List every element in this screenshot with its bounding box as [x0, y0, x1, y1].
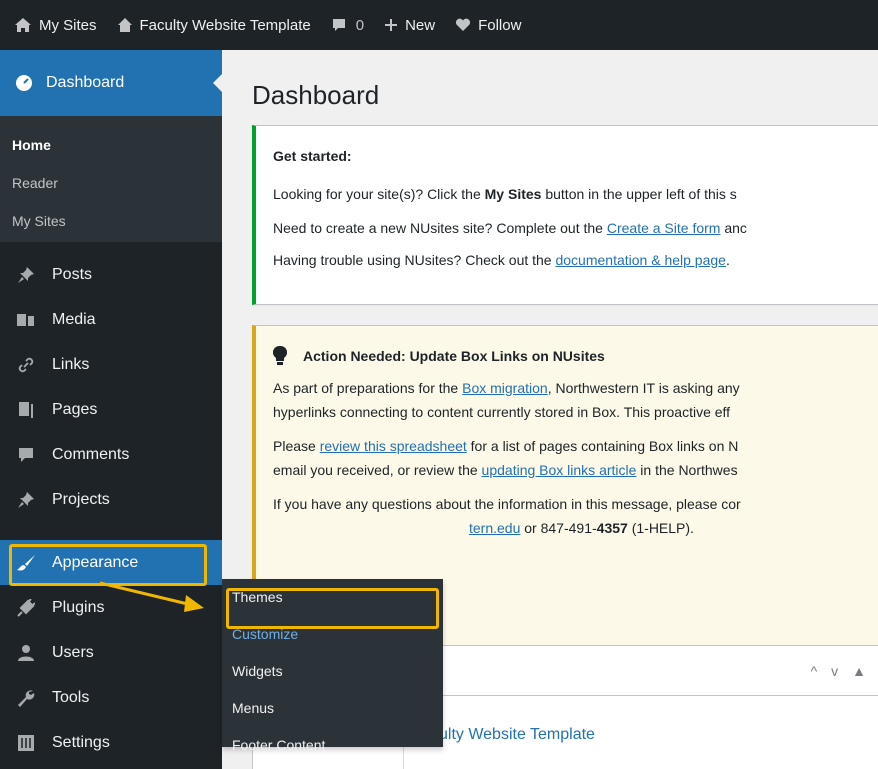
move-down-control[interactable]: v	[831, 663, 838, 679]
sidebar-item-tools[interactable]: Tools	[0, 675, 222, 720]
heart-icon	[456, 18, 471, 31]
sidebar-item-label: Pages	[52, 400, 98, 418]
notice-line: hyperlinks connecting to content current…	[273, 404, 731, 420]
action-heading-text: Action Needed: Update Box Links on NUsit…	[303, 348, 605, 364]
notice-line: Need to create a new NUsites site? Compl…	[273, 216, 878, 240]
settings-sliders-icon	[14, 734, 38, 752]
site-link[interactable]: ulty Website Template	[439, 726, 595, 744]
pages-icon	[14, 401, 38, 419]
text: , Northwestern IT is asking any	[547, 380, 740, 396]
updating-box-links-link[interactable]: updating Box links article	[482, 462, 637, 478]
sidebar-item-label: Tools	[52, 688, 90, 706]
notice-line: If you have any questions about the info…	[273, 496, 741, 512]
text: in the Northwes	[636, 462, 738, 478]
sidebar-item-dashboard[interactable]: Dashboard	[0, 50, 222, 116]
customize-highlight-box	[226, 588, 439, 629]
text: for a list of pages containing Box links…	[466, 438, 739, 454]
text: Please	[273, 438, 320, 454]
comments-menu[interactable]: 0	[331, 17, 364, 34]
plus-icon	[385, 19, 398, 31]
sidebar-item-label: Media	[52, 310, 96, 328]
sidebar-item-label: Comments	[52, 445, 130, 463]
text: (1-HELP).	[627, 520, 694, 536]
box-migration-link[interactable]: Box migration	[462, 380, 548, 396]
new-content-menu[interactable]: New	[384, 17, 435, 34]
submenu-reader[interactable]: Reader	[0, 164, 222, 202]
text: .	[725, 252, 730, 268]
text: email you received, or review the	[273, 462, 482, 478]
notice-line: Looking for your site(s)? Click the My S…	[273, 182, 878, 206]
sidebar-item-comments[interactable]: Comments	[0, 432, 222, 477]
sidebar-item-label: Dashboard	[46, 74, 125, 91]
follow-label: Follow	[478, 16, 522, 34]
text: Looking for your site(s)? Click the	[273, 186, 485, 202]
pushpin-icon	[14, 266, 38, 284]
spreadsheet-link[interactable]: review this spreadsheet	[320, 438, 467, 454]
move-up-control[interactable]: ^	[811, 663, 818, 679]
sidebar-item-posts[interactable]: Posts	[0, 252, 222, 297]
dashboard-submenu: Home Reader My Sites	[0, 116, 222, 242]
notice-heading: Get started:	[273, 148, 352, 164]
sidebar-item-label: Links	[52, 355, 90, 373]
site-name-menu[interactable]: Faculty Website Template	[117, 17, 311, 34]
media-icon	[14, 312, 38, 328]
submenu-home[interactable]: Home	[0, 126, 222, 164]
comment-bubble-icon	[332, 19, 345, 31]
my-sites-menu[interactable]: My Sites	[14, 17, 97, 34]
sidebar-item-label: Settings	[52, 733, 110, 751]
get-started-notice: Get started: Looking for your site(s)? C…	[252, 125, 878, 305]
create-site-form-link[interactable]: Create a Site form	[607, 220, 721, 236]
sidebar-item-projects[interactable]: Projects	[0, 477, 222, 522]
phone-bold: 4357	[596, 520, 628, 536]
notice-line: Please review this spreadsheet for a lis…	[273, 434, 878, 458]
dashboard-gauge-icon	[16, 75, 32, 91]
home-icon	[117, 18, 132, 32]
text: Need to create a new NUsites site? Compl…	[273, 220, 607, 236]
text: As part of preparations for the	[273, 380, 463, 396]
sidebar-item-pages[interactable]: Pages	[0, 387, 222, 432]
text: Having trouble using NUsites? Check out …	[273, 252, 556, 268]
pushpin-icon	[14, 491, 38, 509]
sidebar-item-settings[interactable]: Settings	[0, 720, 222, 765]
plug-icon	[14, 598, 38, 617]
documentation-link[interactable]: documentation & help page	[555, 252, 725, 268]
lightbulb-icon	[273, 346, 287, 365]
email-link[interactable]: tern.edu	[469, 520, 520, 536]
new-label: New	[405, 16, 436, 34]
comment-icon	[14, 446, 38, 464]
text: button in the upper left of this s	[541, 186, 737, 202]
notice-line: Having trouble using NUsites? Check out …	[273, 248, 878, 272]
admin-sidebar: Dashboard Home Reader My Sites Posts Med…	[0, 50, 222, 769]
my-sites-icon	[15, 18, 31, 32]
my-sites-bold: My Sites	[484, 186, 542, 202]
sidebar-item-label: Posts	[52, 265, 93, 283]
notice-line: email you received, or review the updati…	[273, 458, 878, 482]
sidebar-item-label: Plugins	[52, 598, 105, 616]
sidebar-item-label: Projects	[52, 490, 110, 508]
sidebar-item-media[interactable]: Media	[0, 297, 222, 342]
site-name-label: Faculty Website Template	[139, 16, 311, 34]
sidebar-item-users[interactable]: Users	[0, 630, 222, 675]
page-title: Dashboard	[252, 80, 380, 110]
annotation-arrow-icon	[100, 581, 204, 612]
admin-bar: My Sites Faculty Website Template 0 New …	[0, 0, 878, 50]
wrench-icon	[14, 689, 38, 707]
flyout-widgets[interactable]: Widgets	[222, 653, 443, 690]
notice-line: tern.edu or 847-491-4357 (1-HELP).	[273, 516, 878, 540]
my-sites-label: My Sites	[39, 16, 97, 34]
flyout-footer-content[interactable]: Footer Content	[222, 727, 443, 764]
sidebar-item-links[interactable]: Links	[0, 342, 222, 387]
follow-menu[interactable]: Follow	[455, 17, 521, 34]
text: or 847-491-	[520, 520, 597, 536]
text: anc	[720, 220, 747, 236]
notice-line: As part of preparations for the Box migr…	[273, 376, 878, 400]
chain-link-icon	[14, 356, 38, 374]
comments-count: 0	[355, 16, 365, 34]
flyout-menus[interactable]: Menus	[222, 690, 443, 727]
toggle-panel-control[interactable]: ▲	[852, 663, 866, 679]
submenu-my-sites[interactable]: My Sites	[0, 202, 222, 240]
sidebar-item-label: Users	[52, 643, 94, 661]
notice-heading: Action Needed: Update Box Links on NUsit…	[273, 346, 878, 366]
user-icon	[14, 644, 38, 662]
